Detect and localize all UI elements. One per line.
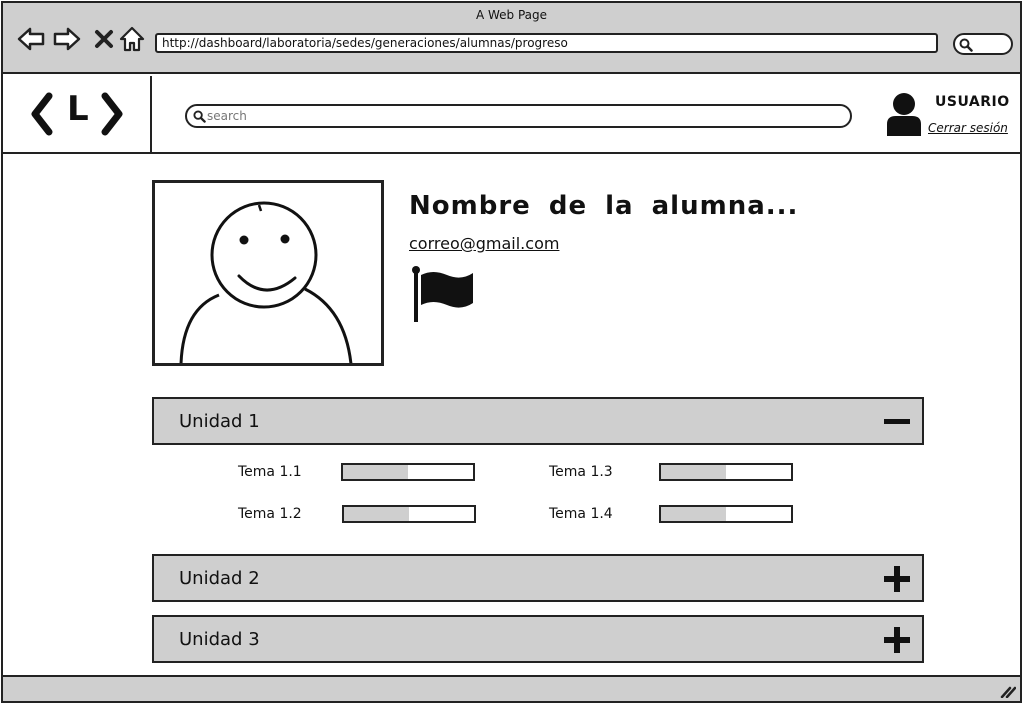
url-bar[interactable]: http://dashboard/laboratoria/sedes/gener… xyxy=(155,33,938,53)
back-button[interactable] xyxy=(17,25,45,53)
unit-label: Unidad 3 xyxy=(179,629,260,650)
close-icon xyxy=(95,30,113,48)
flag-icon xyxy=(412,266,473,322)
browser-toolbar: A Web Page http://dashboard/laboratoria/… xyxy=(3,3,1020,74)
topic-progress-bar xyxy=(342,505,476,523)
progress-fill xyxy=(661,465,726,479)
resize-grip-icon[interactable] xyxy=(1000,684,1016,698)
topic-label: Tema 1.4 xyxy=(549,506,613,522)
home-button[interactable] xyxy=(118,25,146,53)
student-name: Nombre de la alumna... xyxy=(409,191,799,221)
plus-icon[interactable] xyxy=(884,566,910,592)
flag-button[interactable] xyxy=(409,265,475,327)
logo-letter: L xyxy=(67,89,89,129)
plus-icon[interactable] xyxy=(884,627,910,653)
user-avatar[interactable] xyxy=(884,92,924,140)
unit-3-header[interactable]: Unidad 3 xyxy=(152,615,924,663)
progress-fill xyxy=(661,507,726,521)
search-icon xyxy=(193,110,206,123)
progress-fill xyxy=(343,465,408,479)
topic-label: Tema 1.3 xyxy=(549,464,613,480)
search-input[interactable] xyxy=(207,107,827,125)
user-icon xyxy=(887,93,921,136)
window-title: A Web Page xyxy=(475,8,548,22)
minus-icon[interactable] xyxy=(884,409,910,435)
unit-1-header[interactable]: Unidad 1 xyxy=(152,397,924,445)
browser-search-field[interactable] xyxy=(953,33,1013,55)
topic-label: Tema 1.1 xyxy=(238,464,302,480)
app-header: L USUARIO Cerrar sesión xyxy=(3,76,1020,154)
student-email[interactable]: correo@gmail.com xyxy=(409,234,559,253)
unit-label: Unidad 2 xyxy=(179,568,260,589)
student-photo xyxy=(152,180,384,366)
stop-button[interactable] xyxy=(90,25,118,53)
home-icon xyxy=(119,26,145,52)
avatar-placeholder-icon xyxy=(179,201,353,363)
logout-link[interactable]: Cerrar sesión xyxy=(928,121,1008,135)
topic-progress-bar xyxy=(341,463,475,481)
topic-progress-bar xyxy=(659,463,793,481)
forward-button[interactable] xyxy=(53,25,81,53)
topic-progress-bar xyxy=(659,505,793,523)
user-name: USUARIO xyxy=(935,94,1010,110)
status-bar xyxy=(3,675,1020,701)
search-icon xyxy=(959,38,973,52)
unit-label: Unidad 1 xyxy=(179,411,260,432)
arrow-right-icon xyxy=(53,27,81,51)
progress-fill xyxy=(344,507,409,521)
unit-2-header[interactable]: Unidad 2 xyxy=(152,554,924,602)
browser-window: A Web Page http://dashboard/laboratoria/… xyxy=(1,1,1022,703)
arrow-left-icon xyxy=(17,27,45,51)
logo[interactable]: L xyxy=(3,76,152,152)
search-field[interactable] xyxy=(185,104,852,128)
topic-label: Tema 1.2 xyxy=(238,506,302,522)
